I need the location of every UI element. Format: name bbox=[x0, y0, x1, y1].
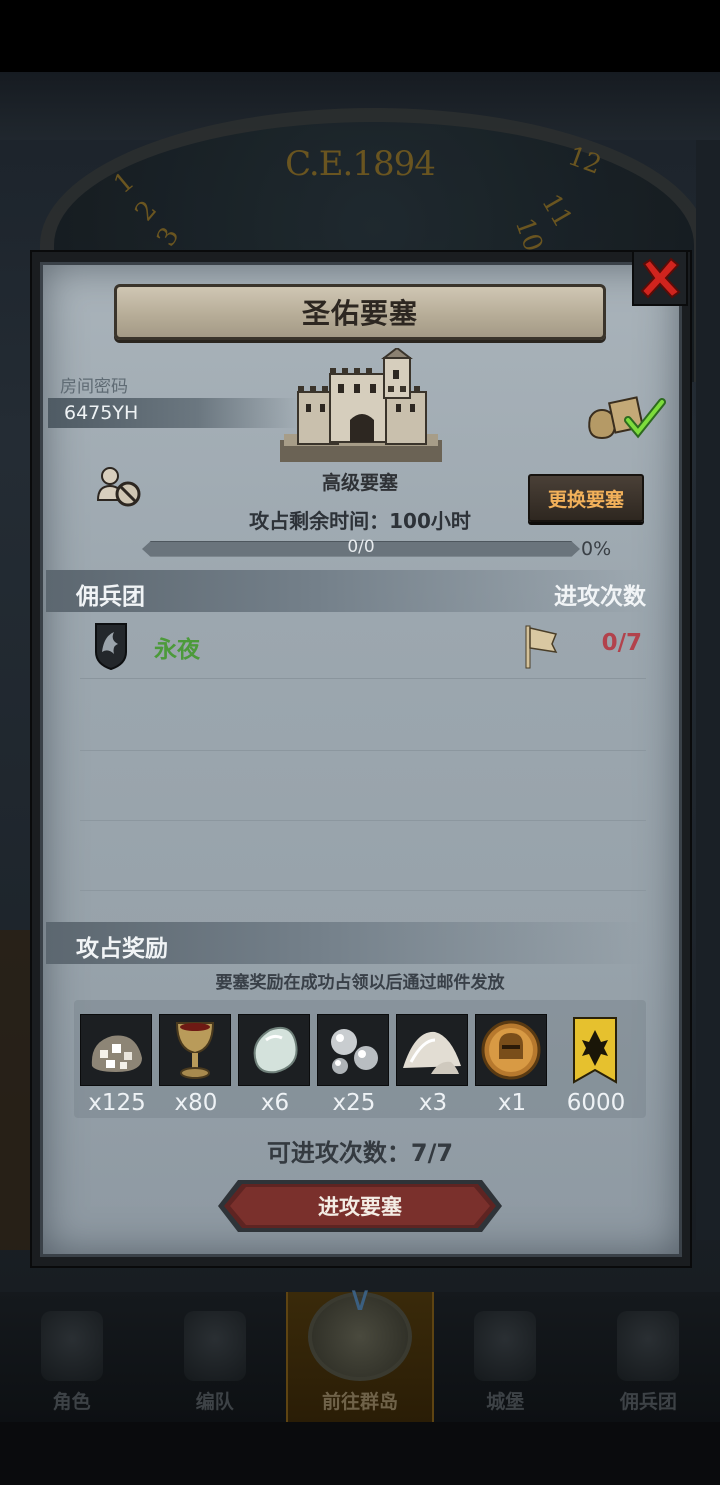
mercenary-name: 永夜 bbox=[154, 637, 200, 663]
no-visitors-icon[interactable] bbox=[96, 466, 144, 510]
close-icon bbox=[640, 257, 681, 299]
bottom-nav: 角色 编队 ∨ 前往群岛 城堡 佣兵团 bbox=[0, 1282, 720, 1422]
progress-percent: 0% bbox=[581, 538, 612, 560]
nav-tab-mercenary[interactable]: 佣兵团 bbox=[577, 1292, 720, 1422]
reward-qty: x6 bbox=[260, 1090, 290, 1116]
reward-qty: x125 bbox=[88, 1090, 146, 1116]
nav-tab-formation[interactable]: 编队 bbox=[143, 1292, 286, 1422]
nav-tab-islands[interactable]: ∨ 前往群岛 bbox=[286, 1282, 434, 1422]
rewards-section-title: 攻占奖励 bbox=[76, 936, 168, 962]
room-code: 6475YH bbox=[64, 402, 139, 424]
supply-bag-check-icon[interactable] bbox=[584, 392, 666, 442]
change-fortress-button[interactable]: 更换要塞 bbox=[528, 474, 644, 522]
nav-tab-character[interactable]: 角色 bbox=[0, 1292, 143, 1422]
era-label: C.E.1894 bbox=[285, 144, 436, 184]
fortress-castle-icon bbox=[280, 348, 442, 462]
formation-icon bbox=[183, 1311, 246, 1381]
reward-qty: 6000 bbox=[566, 1090, 626, 1116]
attack-flag-icon bbox=[525, 625, 558, 669]
title-banner: 圣佑要塞 bbox=[114, 284, 606, 340]
mercenary-icon bbox=[617, 1311, 680, 1381]
reward-qty: x3 bbox=[418, 1090, 448, 1116]
reward-item[interactable]: x3 bbox=[396, 1014, 470, 1116]
nav-tab-label: 编队 bbox=[195, 1391, 234, 1413]
reward-item[interactable]: x25 bbox=[317, 1014, 391, 1116]
reward-note: 要塞奖励在成功占领以后通过邮件发放 bbox=[215, 973, 505, 993]
nav-tab-label: 城堡 bbox=[486, 1391, 525, 1413]
capture-progress-bar: 0/0 bbox=[142, 537, 580, 558]
background-side-panel bbox=[696, 140, 720, 1240]
guild-banner-icon bbox=[573, 1017, 617, 1084]
character-icon bbox=[40, 1311, 103, 1381]
nav-tab-label: 角色 bbox=[52, 1391, 91, 1413]
bottom-strip bbox=[0, 1422, 720, 1485]
change-fortress-label: 更换要塞 bbox=[547, 488, 624, 511]
pale-gem-icon bbox=[253, 1026, 298, 1074]
reward-item[interactable]: x6 bbox=[238, 1014, 312, 1116]
reward-qty: x1 bbox=[497, 1090, 527, 1116]
white-powder-icon bbox=[403, 1031, 461, 1074]
attack-fortress-label: 进攻要塞 bbox=[318, 1195, 402, 1219]
attack-count-header: 进攻次数 bbox=[554, 584, 646, 610]
mercenary-row[interactable]: 永夜 0/7 bbox=[80, 620, 646, 679]
nav-tab-castle[interactable]: 城堡 bbox=[434, 1292, 577, 1422]
reward-item[interactable]: x1 bbox=[475, 1014, 549, 1116]
close-button[interactable] bbox=[632, 250, 688, 306]
reward-qty: x25 bbox=[332, 1090, 376, 1116]
page-title: 圣佑要塞 bbox=[301, 297, 418, 330]
goblet-icon bbox=[175, 1022, 215, 1079]
reward-item[interactable]: x80 bbox=[159, 1014, 233, 1116]
attack-fortress-button[interactable]: 进攻要塞 bbox=[216, 1178, 504, 1234]
silver-pearls-icon bbox=[331, 1029, 378, 1074]
status-bar bbox=[0, 0, 720, 72]
attempts-remaining: 可进攻次数：7/7 bbox=[266, 1139, 454, 1167]
nav-tab-label: 佣兵团 bbox=[619, 1391, 677, 1413]
knight-helmet-coin-icon bbox=[481, 1020, 541, 1080]
chevron-down-icon: ∨ bbox=[347, 1279, 373, 1319]
attack-count: 0/7 bbox=[601, 630, 642, 656]
guild-shield-icon bbox=[95, 623, 127, 670]
row-divider bbox=[80, 820, 646, 821]
room-password-label: 房间密码 bbox=[60, 377, 128, 397]
row-divider bbox=[80, 890, 646, 891]
silver-ore-pile-icon bbox=[91, 1035, 142, 1072]
reward-qty: x80 bbox=[174, 1090, 218, 1116]
mercenary-section-title: 佣兵团 bbox=[76, 584, 145, 610]
row-divider bbox=[80, 750, 646, 751]
reward-item[interactable]: x125 bbox=[80, 1014, 154, 1116]
progress-value: 0/0 bbox=[347, 537, 375, 557]
reward-item[interactable]: 6000 bbox=[559, 1014, 633, 1116]
castle-icon bbox=[474, 1311, 537, 1381]
nav-tab-label: 前往群岛 bbox=[322, 1391, 399, 1413]
